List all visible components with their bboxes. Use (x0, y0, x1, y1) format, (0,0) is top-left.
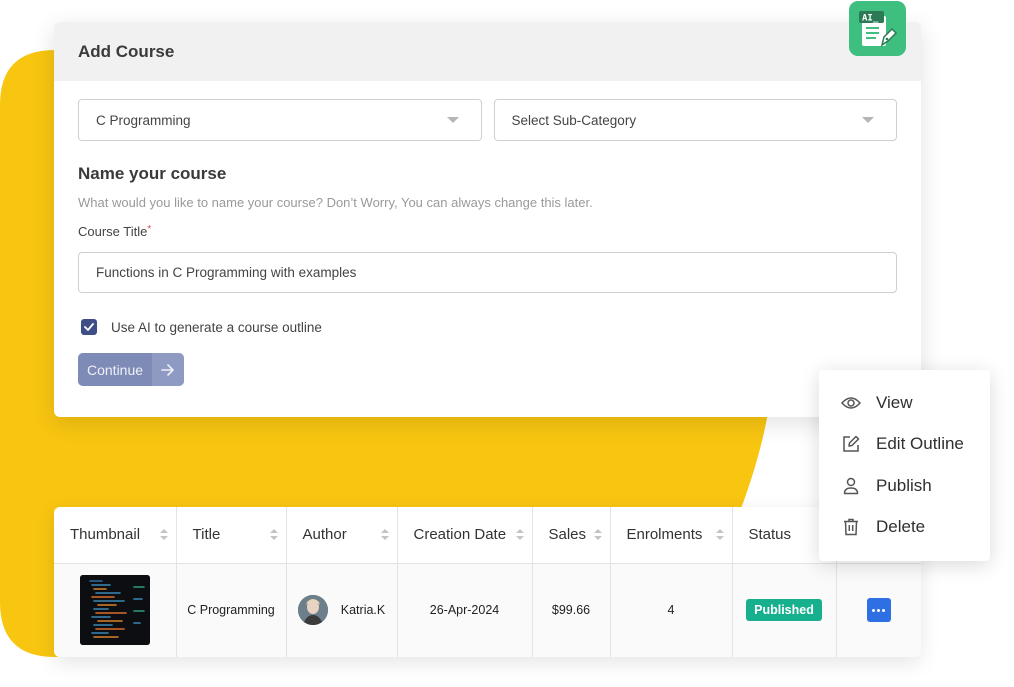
check-icon (84, 323, 94, 331)
column-header-enrolments[interactable]: Enrolments (610, 507, 733, 564)
author-name: Katria.K (340, 603, 386, 618)
menu-item-label: Delete (876, 517, 926, 537)
required-mark: * (147, 224, 152, 235)
sort-icon[interactable] (380, 529, 389, 541)
more-actions-button[interactable] (866, 598, 891, 623)
column-header-title[interactable]: Title (176, 507, 287, 564)
course-title-label: Course Title* (78, 224, 897, 239)
courses-table: Thumbnail Title Author Creation Date Sal… (54, 507, 921, 657)
dot (877, 608, 881, 612)
menu-item-label: View (876, 392, 913, 412)
column-header-thumbnail[interactable]: Thumbnail (54, 507, 177, 564)
dot (872, 608, 876, 612)
menu-item-view[interactable]: View (819, 382, 990, 424)
continue-button[interactable]: Continue (78, 353, 185, 386)
course-title-label-text: Course Title (78, 224, 148, 239)
course-thumbnail[interactable] (79, 575, 150, 646)
column-label: Creation Date (413, 526, 507, 544)
column-header-author[interactable]: Author (286, 507, 398, 564)
dot (882, 608, 886, 612)
sort-icon[interactable] (715, 529, 724, 541)
arrow-right-icon (152, 353, 185, 386)
chevron-down-icon (862, 117, 874, 123)
continue-button-label: Continue (78, 353, 153, 386)
cell-author: Katria.K (286, 563, 398, 657)
column-header-sales[interactable]: Sales (532, 507, 611, 564)
cell-actions (836, 563, 921, 657)
ai-outline-checkbox-label: Use AI to generate a course outline (111, 319, 322, 335)
column-label: Status (748, 526, 792, 544)
user-icon (841, 476, 861, 496)
sort-icon[interactable] (515, 529, 524, 541)
column-header-creation-date[interactable]: Creation Date (397, 507, 533, 564)
column-label: Sales (548, 526, 587, 544)
eye-icon (841, 393, 861, 413)
card-header: Add Course (54, 22, 921, 81)
column-label: Title (192, 526, 221, 544)
ai-document-pen-icon: AI_ (849, 1, 906, 56)
sort-icon[interactable] (159, 529, 168, 541)
trash-icon (841, 517, 861, 537)
menu-item-label: Publish (876, 475, 932, 495)
category-select[interactable]: C Programming (78, 99, 482, 141)
edit-icon (841, 434, 861, 454)
cell-title[interactable]: C Programming (176, 563, 287, 657)
cell-sales: $99.66 (532, 563, 611, 657)
category-select-value: C Programming (96, 112, 191, 128)
cell-enrolments: 4 (610, 563, 733, 657)
section-title: Name your course (78, 164, 227, 183)
column-label: Author (302, 526, 347, 544)
card-title: Add Course (78, 41, 175, 61)
cell-thumbnail (54, 563, 177, 657)
column-label: Enrolments (626, 526, 703, 544)
column-label: Thumbnail (70, 526, 141, 544)
author-avatar (297, 595, 328, 626)
table-header-row: Thumbnail Title Author Creation Date Sal… (54, 507, 921, 564)
menu-item-edit-outline[interactable]: Edit Outline (819, 424, 990, 466)
menu-item-publish[interactable]: Publish (819, 465, 990, 507)
menu-item-delete[interactable]: Delete (819, 507, 990, 549)
section-description: What would you like to name your course?… (78, 195, 593, 210)
ai-outline-checkbox[interactable] (81, 319, 97, 335)
row-actions-menu: View Edit Outline Publish Delete (819, 370, 990, 561)
cell-creation-date: 26-Apr-2024 (397, 563, 533, 657)
menu-item-label: Edit Outline (876, 434, 964, 454)
chevron-down-icon (446, 117, 459, 123)
status-badge: Published (746, 599, 822, 622)
cell-status: Published (732, 563, 837, 657)
table-row: C Programming Katria.K 26-Apr-2024 $99.6… (54, 563, 921, 657)
subcategory-select[interactable]: Select Sub-Category (493, 99, 897, 141)
course-title-input[interactable] (78, 252, 897, 293)
subcategory-select-value: Select Sub-Category (511, 112, 637, 128)
sort-icon[interactable] (593, 529, 602, 541)
add-course-card: Add Course C Programming Select Sub-Cate… (54, 22, 921, 417)
sort-icon[interactable] (269, 529, 278, 541)
ai-badge-text: AI_ (862, 13, 879, 23)
